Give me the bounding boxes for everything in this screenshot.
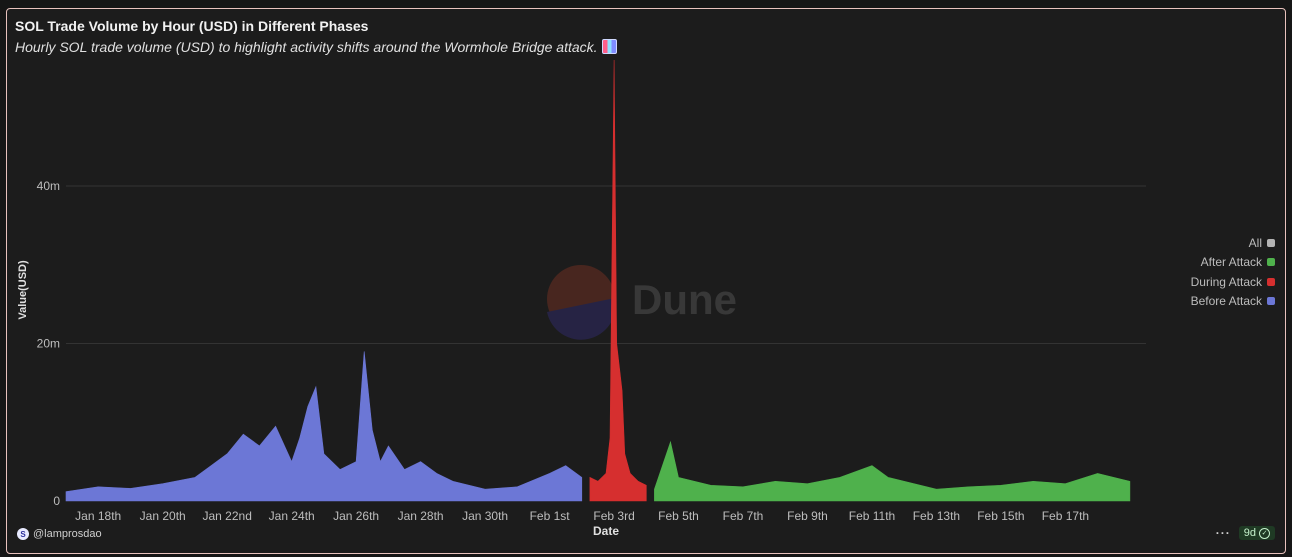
x-tick-label: Feb 11th bbox=[849, 509, 895, 523]
x-tick-label: Feb 3rd bbox=[593, 509, 634, 523]
x-tick-label: Feb 5th bbox=[658, 509, 699, 523]
dune-watermark: Dune bbox=[547, 265, 737, 340]
series-area-after-attack[interactable] bbox=[654, 440, 1131, 502]
x-tick-label: Feb 13th bbox=[913, 509, 960, 523]
x-axis-label: Date bbox=[593, 524, 619, 538]
series-area-before-attack[interactable] bbox=[65, 351, 583, 502]
y-tick-labels: 0 20m 40m bbox=[37, 179, 61, 508]
x-tick-label: Feb 17th bbox=[1042, 509, 1089, 523]
x-tick-label: Jan 20th bbox=[140, 509, 186, 523]
x-tick-label: Jan 18th bbox=[75, 509, 121, 523]
x-tick-label: Feb 7th bbox=[723, 509, 764, 523]
x-tick-label: Jan 28th bbox=[398, 509, 444, 523]
x-tick-label: Jan 26th bbox=[333, 509, 379, 523]
x-tick-label: Jan 30th bbox=[462, 509, 508, 523]
y-tick-label: 0 bbox=[53, 494, 60, 508]
x-tick-label: Feb 9th bbox=[787, 509, 828, 523]
x-tick-label: Feb 1st bbox=[530, 509, 571, 523]
x-tick-label: Feb 15th bbox=[977, 509, 1024, 523]
y-tick-label: 40m bbox=[37, 179, 60, 193]
area-chart: Dune 020m40m Jan 18th Jan 20th Jan 22nd Jan… bbox=[17, 59, 1146, 538]
y-tick-label: 20m bbox=[37, 337, 60, 351]
y-axis-label: Value(USD) bbox=[17, 260, 29, 320]
x-tick-label: Jan 22nd bbox=[203, 509, 252, 523]
x-tick-labels: Jan 18th Jan 20th Jan 22nd Jan 24th Jan 26th… bbox=[75, 509, 1089, 523]
x-tick-label: Jan 24th bbox=[269, 509, 315, 523]
dune-watermark-text: Dune bbox=[632, 276, 737, 323]
